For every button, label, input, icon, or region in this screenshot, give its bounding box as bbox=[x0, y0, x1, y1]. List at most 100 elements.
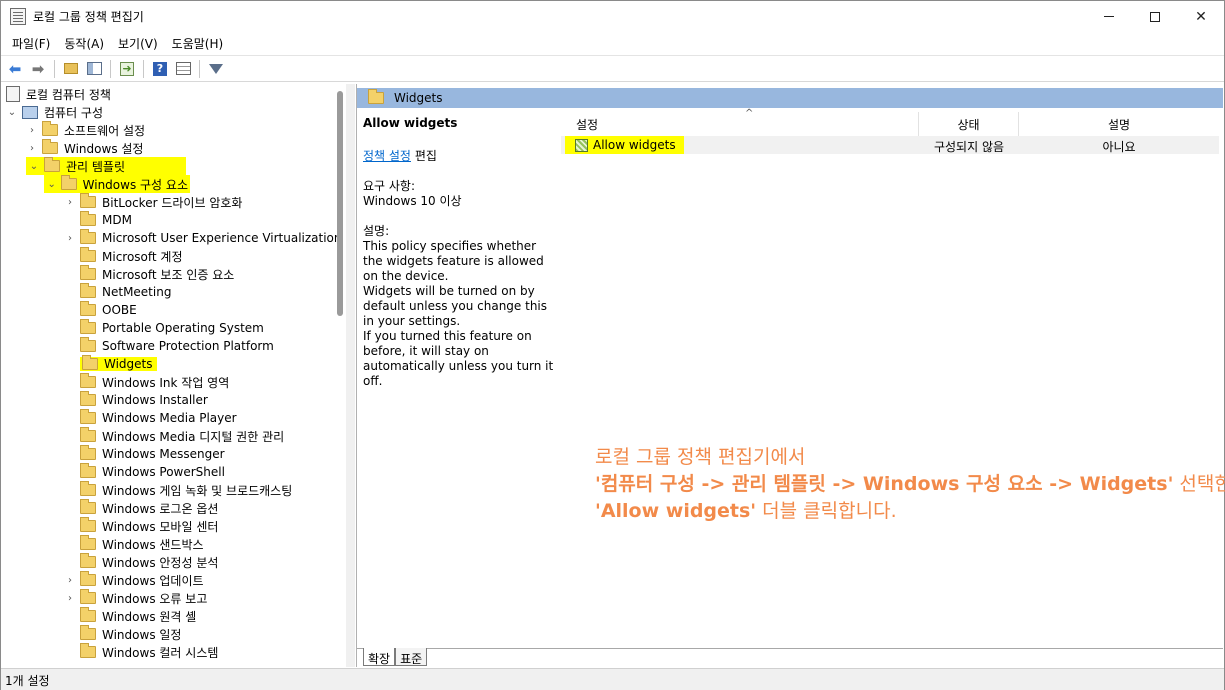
tree-item[interactable]: Windows Installer bbox=[64, 391, 208, 409]
tree-item[interactable]: MDM bbox=[64, 211, 132, 229]
tree-item-label: Windows Installer bbox=[102, 393, 208, 407]
back-arrow-icon: ⬅ bbox=[8, 59, 22, 78]
chevron-down-icon[interactable]: ⌄ bbox=[6, 103, 18, 121]
help-button[interactable]: ? bbox=[150, 59, 170, 79]
forward-button[interactable]: ➡ bbox=[28, 59, 48, 79]
tree-item-local-computer-policy[interactable]: 로컬 컴퓨터 정책 bbox=[6, 85, 111, 103]
menu-action[interactable]: 동작(A) bbox=[57, 32, 111, 54]
tree-item-software-settings[interactable]: › 소프트웨어 설정 bbox=[26, 121, 145, 139]
folder-icon bbox=[80, 445, 96, 460]
tree-item-label: Windows 로그온 옵션 bbox=[102, 501, 219, 516]
folder-icon bbox=[80, 535, 96, 550]
tree-item-computer-configuration[interactable]: ⌄ 컴퓨터 구성 bbox=[6, 103, 103, 121]
tree-item-label: Windows 원격 셸 bbox=[102, 609, 197, 624]
column-header-label: 상태 bbox=[957, 117, 980, 132]
tree-item-label: 컴퓨터 구성 bbox=[44, 105, 104, 120]
tree-item[interactable]: Windows Media Player bbox=[64, 409, 237, 427]
tree-item[interactable]: Windows 샌드박스 bbox=[64, 535, 204, 553]
properties-button[interactable] bbox=[173, 59, 193, 79]
tree-item[interactable]: Windows 모바일 센터 bbox=[64, 517, 218, 535]
minimize-button[interactable] bbox=[1086, 1, 1132, 32]
tree-item[interactable]: Windows Ink 작업 영역 bbox=[64, 373, 229, 391]
maximize-icon bbox=[1150, 11, 1160, 22]
tree-item-content: Windows 업데이트 bbox=[80, 571, 204, 589]
annotation-policy: 'Allow widgets' bbox=[595, 500, 757, 522]
chevron-right-icon[interactable]: › bbox=[26, 121, 38, 139]
policy-settings-link[interactable]: 정책 설정 bbox=[363, 149, 411, 163]
folder-icon bbox=[80, 391, 96, 406]
chevron-right-icon[interactable]: › bbox=[26, 139, 38, 157]
tree-item-label: OOBE bbox=[102, 303, 137, 317]
pane-splitter[interactable] bbox=[346, 84, 355, 667]
tree-scrollbar[interactable] bbox=[337, 91, 343, 316]
maximize-button[interactable] bbox=[1132, 1, 1178, 32]
tree-item[interactable]: Windows Media 디지털 권한 관리 bbox=[64, 427, 284, 445]
chevron-right-icon[interactable]: › bbox=[64, 571, 76, 589]
tree-item-label: Windows 업데이트 bbox=[102, 573, 204, 588]
tree-item-windows-components[interactable]: ⌄ Windows 구성 요소 bbox=[44, 175, 190, 193]
annotation-path: '컴퓨터 구성 -> 관리 템플릿 -> Windows 구성 요소 -> Wi… bbox=[595, 473, 1174, 495]
tab-extended[interactable]: 확장 bbox=[363, 648, 396, 666]
tree-item[interactable]: › Microsoft User Experience Virtualizatio… bbox=[64, 229, 342, 247]
close-button[interactable]: ✕ bbox=[1178, 1, 1224, 32]
folder-icon bbox=[80, 607, 96, 622]
chevron-down-icon[interactable]: ⌄ bbox=[46, 175, 57, 193]
tree-item-administrative-templates[interactable]: ⌄ 관리 템플릿 bbox=[26, 157, 186, 175]
title-bar[interactable]: 로컬 그룹 정책 편집기 ✕ bbox=[1, 1, 1224, 32]
tree-item[interactable]: Windows 로그온 옵션 bbox=[64, 499, 218, 517]
filter-button[interactable] bbox=[206, 59, 226, 79]
column-header-state[interactable]: 상태 bbox=[919, 112, 1019, 136]
folder-icon bbox=[80, 553, 96, 568]
details-pane: Widgets Allow widgets 정책 설정 편집 요구 사항: Wi… bbox=[356, 84, 1225, 667]
up-folder-button[interactable] bbox=[61, 59, 81, 79]
folder-icon bbox=[80, 589, 96, 604]
sort-ascending-icon: ^ bbox=[745, 108, 754, 119]
policy-title: Allow widgets bbox=[363, 116, 458, 130]
tree-item-label: Microsoft 보조 인증 요소 bbox=[102, 267, 235, 282]
tree-item-windows-settings[interactable]: › Windows 설정 bbox=[26, 139, 143, 157]
details-header: Widgets bbox=[357, 88, 1223, 108]
toolbar-separator bbox=[143, 59, 144, 78]
tree-item[interactable]: Windows Messenger bbox=[64, 445, 225, 463]
menu-help[interactable]: 도움말(H) bbox=[165, 32, 231, 54]
list-item[interactable]: Allow widgets 구성되지 않음 아니요 bbox=[561, 136, 1219, 154]
menu-view[interactable]: 보기(V) bbox=[111, 32, 165, 54]
export-list-button[interactable]: ➜ bbox=[117, 59, 137, 79]
folder-icon bbox=[80, 643, 96, 658]
tree-item-content: Windows Installer bbox=[80, 391, 208, 407]
tree-item[interactable]: OOBE bbox=[64, 301, 137, 319]
menu-file[interactable]: 파일(F) bbox=[5, 32, 57, 54]
policy-name-cell[interactable]: Allow widgets bbox=[565, 136, 684, 154]
show-hide-tree-button[interactable] bbox=[84, 59, 104, 79]
tree-item[interactable]: › Windows 오류 보고 bbox=[64, 589, 207, 607]
tree-item[interactable]: › BitLocker 드라이브 암호화 bbox=[64, 193, 242, 211]
chevron-right-icon[interactable]: › bbox=[64, 229, 76, 247]
tree-item[interactable]: Windows PowerShell bbox=[64, 463, 225, 481]
tree-item[interactable]: Microsoft 보조 인증 요소 bbox=[64, 265, 234, 283]
back-button[interactable]: ⬅ bbox=[5, 59, 25, 79]
tree-item[interactable]: Windows 컬러 시스템 bbox=[64, 643, 218, 661]
column-header-comment[interactable]: 설명 bbox=[1019, 112, 1219, 136]
tree-item-content: Windows 일정 bbox=[80, 625, 181, 643]
tree-item[interactable]: NetMeeting bbox=[64, 283, 171, 301]
column-header-setting[interactable]: ^ 설정 bbox=[561, 108, 919, 136]
tree-item[interactable]: Windows 안정성 분석 bbox=[64, 553, 218, 571]
tree-item[interactable]: Portable Operating System bbox=[64, 319, 264, 337]
tree-item[interactable]: Windows 게임 녹화 및 브로드캐스팅 bbox=[64, 481, 292, 499]
policy-name: Allow widgets bbox=[593, 138, 676, 152]
tree-item[interactable]: Software Protection Platform bbox=[64, 337, 274, 355]
tree-item[interactable]: Widgets bbox=[64, 355, 157, 373]
chevron-right-icon[interactable]: › bbox=[64, 589, 76, 607]
tree-item[interactable]: Windows 원격 셸 bbox=[64, 607, 196, 625]
chevron-right-icon[interactable]: › bbox=[64, 193, 76, 211]
tab-standard[interactable]: 표준 bbox=[395, 648, 428, 666]
tree-item[interactable]: › Windows 업데이트 bbox=[64, 571, 204, 589]
chevron-down-icon[interactable]: ⌄ bbox=[28, 157, 40, 175]
tree-item[interactable]: Windows 일정 bbox=[64, 625, 181, 643]
tree-item[interactable]: Microsoft 계정 bbox=[64, 247, 183, 265]
